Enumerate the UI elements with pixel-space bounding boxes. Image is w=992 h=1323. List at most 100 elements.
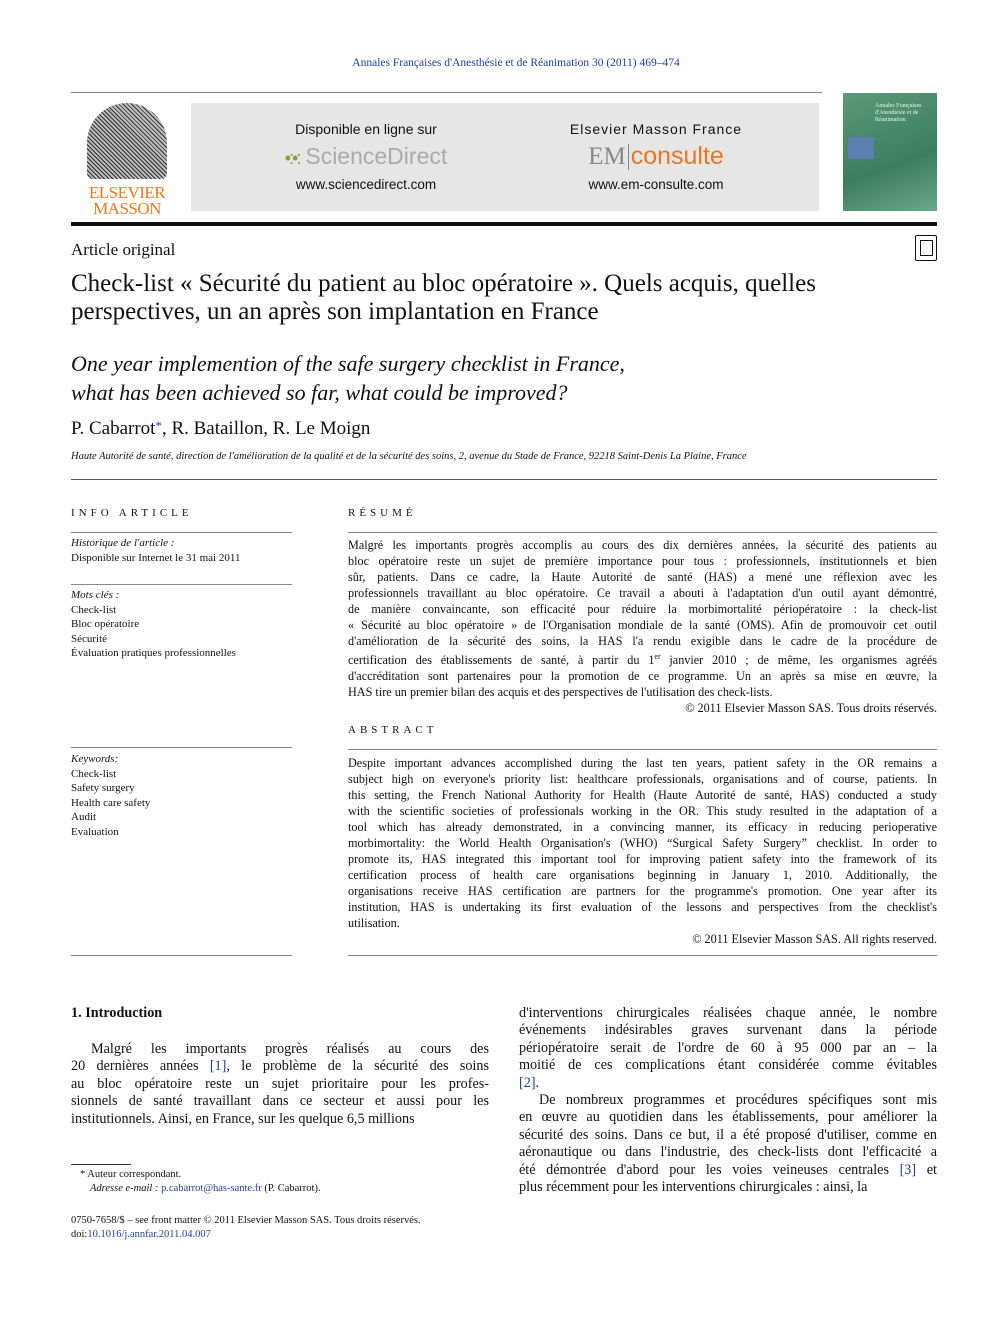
sciencedirect-dots-icon: •:•:: [284, 148, 302, 168]
em-consulte-logo: EM consulte: [588, 142, 724, 171]
text-line: d'interventions chirurgicales réalisées …: [519, 1005, 937, 1022]
text-segment: d'interventions chirurgicales réalisées …: [519, 1005, 937, 1021]
affiliation-rule: [71, 479, 937, 480]
reference-link[interactable]: [2]: [519, 1075, 536, 1091]
text-line: d'accréditation sont partenaires pour la…: [348, 668, 937, 684]
text-segment: subject high on everyone's priority list…: [348, 772, 937, 786]
front-matter: 0750-7658/$ – see front matter © 2011 El…: [71, 1215, 421, 1240]
text-line: tool which has already demonstrated, in …: [348, 819, 937, 835]
body-column-left: Malgré les importants progrès réalisés a…: [71, 1041, 489, 1128]
text-line: de manière convaincante, son efficacité …: [348, 601, 937, 617]
text-segment: morbimortality: the World Health Organis…: [348, 836, 937, 850]
text-line: Malgré les importants progrès accomplis …: [348, 537, 937, 553]
text-line: au bloc opératoire reste un sujet priori…: [71, 1076, 489, 1093]
resume-heading: RÉSUMÉ: [348, 507, 417, 519]
text-segment: HAS tire un premier bilan des acquis et …: [348, 685, 773, 700]
text-line: Despite important advances accomplished …: [348, 755, 937, 771]
doi-link[interactable]: 10.1016/j.annfar.2011.04.007: [87, 1229, 211, 1240]
text-line: with the scientific societies of profess…: [348, 803, 937, 819]
text-segment: 20 dernières années: [71, 1058, 210, 1075]
text-line: utilisation.: [348, 915, 937, 931]
text-line: 20 dernières années [1], le problème de …: [71, 1058, 489, 1075]
sciencedirect-logo: •:•: ScienceDirect: [284, 143, 448, 169]
text-line: sécurité des soins. Dans ce but, il a ét…: [519, 1127, 937, 1144]
text-segment: professionnels travaillant au bloc opéra…: [348, 586, 937, 600]
footnote-rule: [71, 1164, 131, 1165]
abstract-heading: ABSTRACT: [348, 724, 438, 736]
sciencedirect-url[interactable]: www.sciencedirect.com: [246, 177, 486, 192]
rule: [71, 747, 292, 748]
text-line: bloc opératoire reste un sujet de premiè…: [348, 553, 937, 569]
text-segment: été démontrée d'abord pour les voies vei…: [519, 1161, 900, 1178]
text-segment: , le problème de la sécurité des soins: [226, 1058, 489, 1075]
text-segment: promote its, HAS integrated this importa…: [348, 852, 937, 866]
text-segment: organisations receive HAS certification …: [348, 884, 937, 898]
text-segment: Malgré les importants progrès accomplis …: [348, 538, 937, 552]
reference-link[interactable]: [3]: [900, 1162, 917, 1178]
sciencedirect-heading: Disponible en ligne sur: [295, 121, 437, 137]
abstract-copyright: © 2011 Elsevier Masson SAS. All rights r…: [692, 932, 937, 946]
text-segment: « Sécurité au bloc opératoire » de l'Org…: [348, 618, 937, 632]
text-line: aéronautique ou dans l'industrie, des ch…: [519, 1144, 937, 1161]
text-line: institutionnels. Ainsi, en France, sur l…: [71, 1111, 489, 1128]
resume-copyright: © 2011 Elsevier Masson SAS. Tous droits …: [685, 701, 937, 716]
text-segment: institution, HAS is undertaking its firs…: [348, 900, 937, 914]
text-line: moitié de ces complications étant consid…: [519, 1057, 937, 1074]
text-line: professionnels travaillant au bloc opéra…: [348, 585, 937, 601]
text-line: été démontrée d'abord pour les voies vei…: [519, 1162, 937, 1179]
text-segment: moitié de ces complications étant consid…: [519, 1057, 937, 1074]
text-line: plus récemment pour les interventions ch…: [519, 1179, 937, 1196]
rule: [348, 749, 937, 750]
journal-reference[interactable]: Annales Françaises d'Anesthésie et de Ré…: [0, 57, 992, 69]
article-title: Check-list « Sécurité du patient au bloc…: [71, 270, 816, 325]
em-consulte-block[interactable]: Elsevier Masson France EM consulte www.em…: [536, 121, 776, 192]
rule: [348, 955, 937, 956]
text-line: en œuvre au quotidien dans les établisse…: [519, 1109, 937, 1126]
authors: P. Cabarrot*, R. Bataillon, R. Le Moign: [71, 418, 371, 439]
text-segment: et: [916, 1161, 937, 1178]
em-consulte-url[interactable]: www.em-consulte.com: [536, 177, 776, 192]
text-segment: sécurité des soins. Dans ce but, il a ét…: [519, 1126, 937, 1143]
text-line: périopératoire serait de l'ordre de 60 à…: [519, 1040, 937, 1057]
text-line: certification process of health care org…: [348, 867, 937, 883]
reference-link[interactable]: [1]: [210, 1058, 227, 1074]
text-segment: périopératoire serait de l'ordre de 60 à…: [519, 1039, 937, 1056]
text-line: this setting, the French National Author…: [348, 787, 937, 803]
text-segment: d'accréditation sont partenaires pour la…: [348, 669, 937, 684]
sciencedirect-block[interactable]: Disponible en ligne sur •:•: ScienceDirec…: [246, 121, 486, 192]
english-title: One year implemention of the safe surger…: [71, 351, 625, 405]
text-line: organisations receive HAS certification …: [348, 883, 937, 899]
text-line: morbimortality: the World Health Organis…: [348, 835, 937, 851]
article-type: Article original: [71, 240, 176, 259]
text-line: subject high on everyone's priority list…: [348, 771, 937, 787]
text-segment: De nombreux programmes et procédures spé…: [539, 1092, 937, 1109]
elsevier-tree-icon: [87, 103, 167, 179]
text-segment: institutionnels. Ainsi, en France, sur l…: [71, 1110, 415, 1127]
text-line: « Sécurité au bloc opératoire » de l'Org…: [348, 617, 937, 633]
document-icon[interactable]: [915, 235, 937, 261]
text-segment: plus récemment pour les interventions ch…: [519, 1179, 868, 1196]
text-line: événements indésirables graves survenant…: [519, 1022, 937, 1039]
article-history: Historique de l'article : Disponible sur…: [71, 537, 241, 564]
text-segment: Despite important advances accomplished …: [348, 756, 937, 770]
rule: [71, 955, 292, 956]
elsevier-masson-logo: ELSEVIER MASSON: [84, 103, 170, 217]
text-segment: au bloc opératoire reste un sujet priori…: [71, 1075, 489, 1092]
text-line: d'amélioration de la sécurité des soins,…: [348, 633, 937, 649]
text-segment: this setting, the French National Author…: [348, 788, 937, 802]
text-segment: janvier 2010 ; de même, les organismes a…: [660, 653, 937, 668]
text-line: institution, HAS is undertaking its firs…: [348, 899, 937, 915]
journal-cover-image: Annales Françaises d'Anesthésie et de Ré…: [843, 93, 937, 211]
text-line: sûr, patients. Dans ce cadre, la Haute A…: [348, 569, 937, 585]
text-segment: .: [535, 1074, 540, 1091]
text-segment: sûr, patients. Dans ce cadre, la Haute A…: [348, 570, 937, 584]
text-line: HAS tire un premier bilan des acquis et …: [348, 684, 937, 700]
text-segment: événements indésirables graves survenant…: [519, 1022, 937, 1039]
email-link[interactable]: p.cabarrot@has-sante.fr: [161, 1183, 262, 1194]
section-heading: 1. Introduction: [71, 1005, 163, 1021]
text-line: promote its, HAS integrated this importa…: [348, 851, 937, 867]
text-segment: Malgré les importants progrès réalisés a…: [91, 1041, 489, 1057]
text-segment: certification process of health care org…: [348, 868, 937, 882]
header-rule: [71, 92, 822, 93]
text-segment: with the scientific societies of profess…: [348, 804, 937, 818]
